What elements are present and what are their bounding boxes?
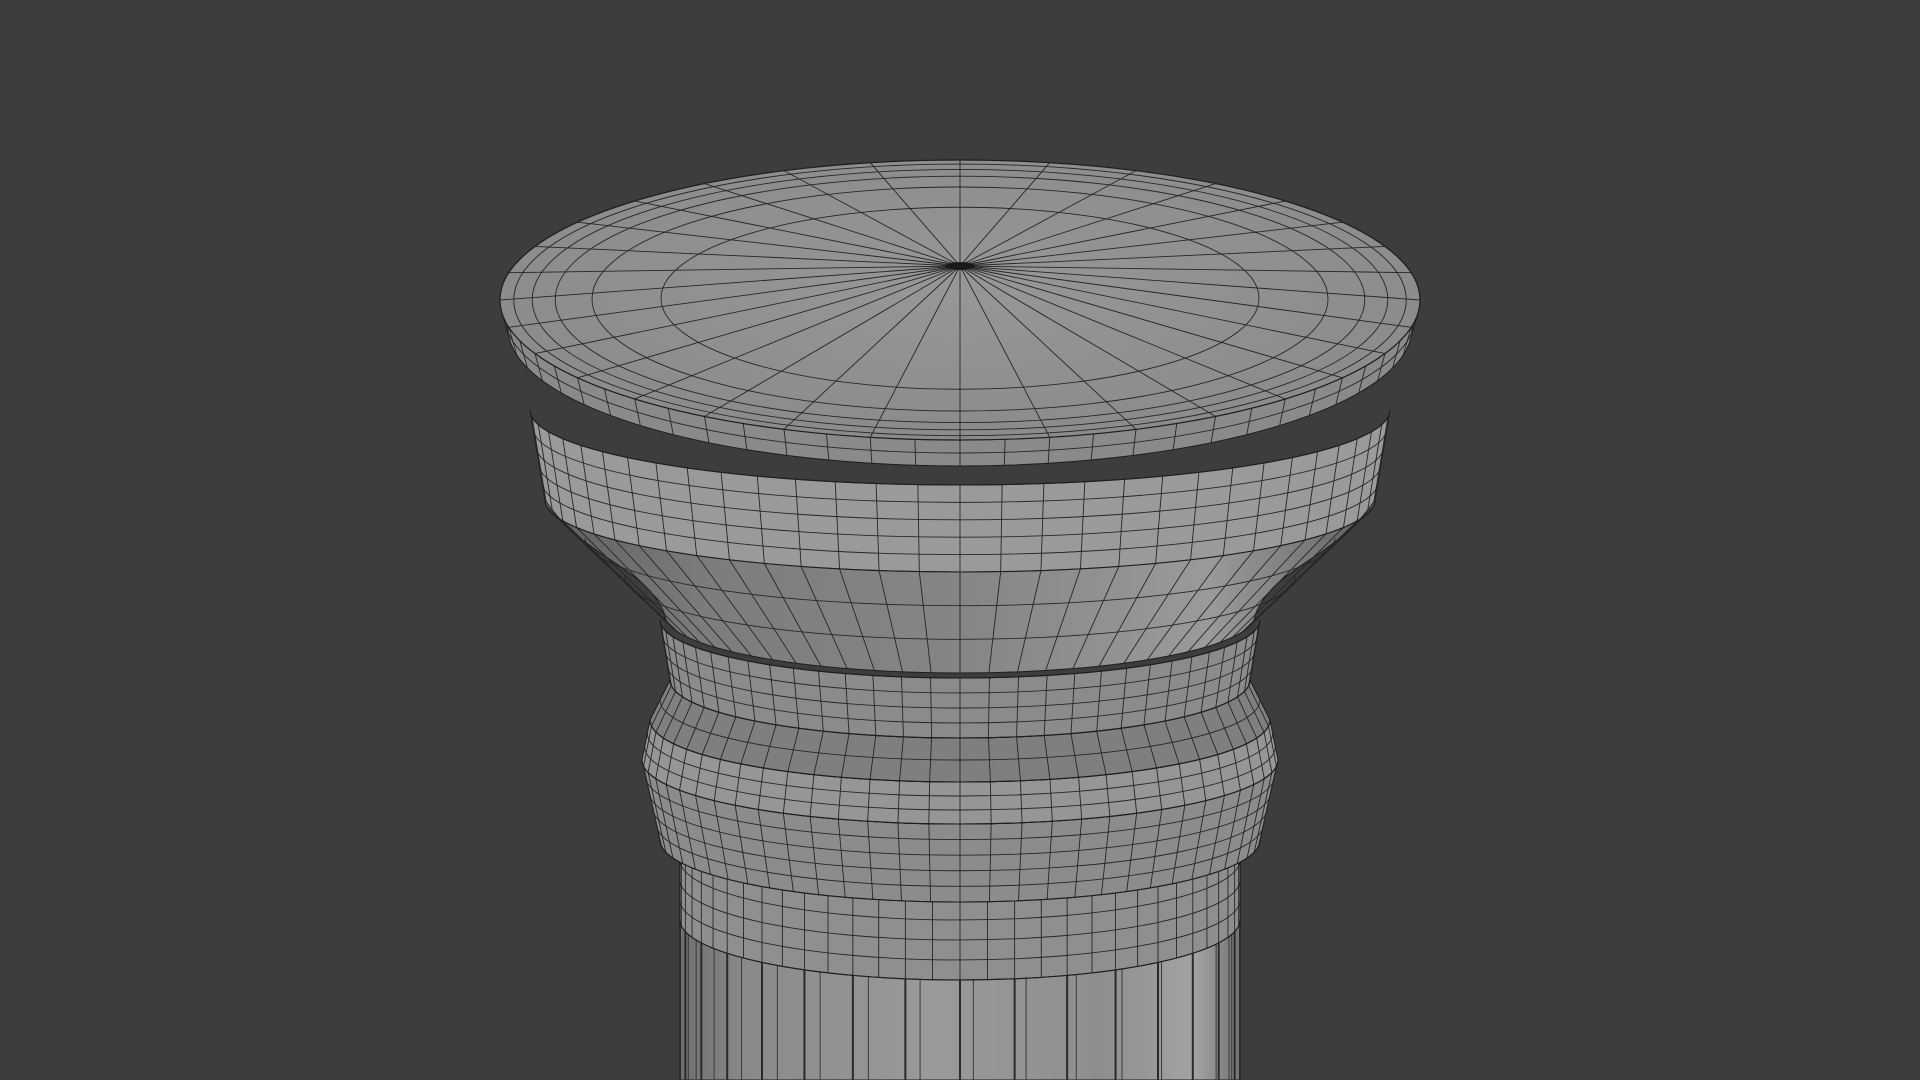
capital-top-disc: [499, 159, 1421, 467]
3d-viewport[interactable]: [0, 0, 1920, 1080]
capital-neck-rings: [641, 619, 1279, 981]
column-capital-model[interactable]: [0, 0, 1920, 1080]
cap-pole: [946, 262, 974, 270]
